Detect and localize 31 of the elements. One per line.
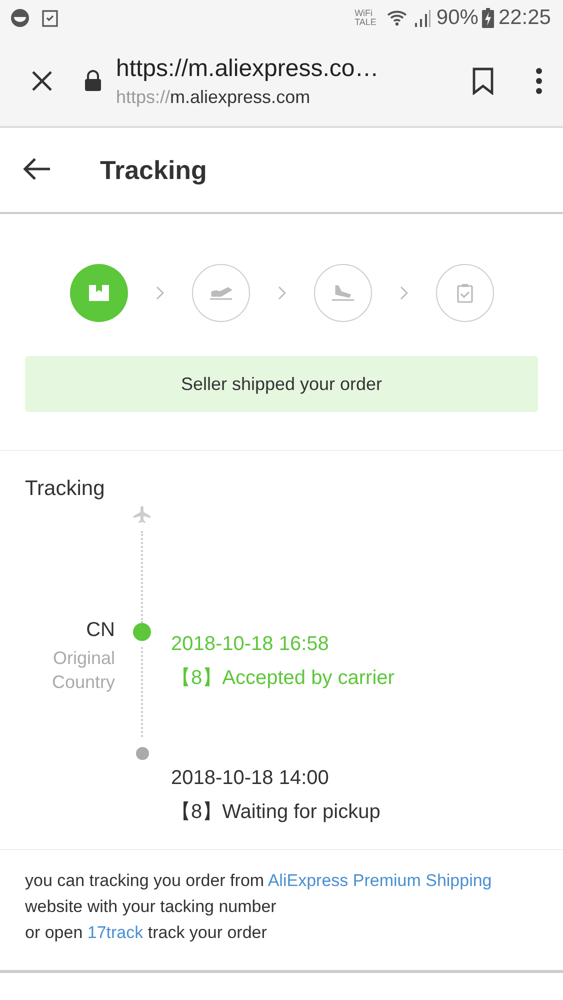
event-description: 【8】Waiting for pickup bbox=[170, 800, 382, 825]
section-heading: Tracking bbox=[25, 477, 106, 501]
origin-code: CN bbox=[86, 619, 115, 642]
chevron-icon bbox=[156, 286, 164, 300]
tracking-info-text: you can tracking you order from AliExpress Premium Shipping website with your tacking number or open 17track track your order bbox=[25, 870, 493, 944]
battery-charging-icon bbox=[482, 8, 494, 28]
network-label: WiFi bbox=[354, 9, 374, 18]
checklist-icon bbox=[40, 8, 60, 28]
chevron-icon bbox=[400, 286, 408, 300]
chevron-icon bbox=[278, 286, 286, 300]
page-title: Tracking bbox=[100, 154, 207, 186]
close-icon bbox=[30, 69, 54, 93]
link[interactable]: AliExpress Premium Shipping bbox=[268, 871, 492, 890]
event-time: 2018-10-18 16:58 bbox=[170, 632, 330, 657]
package-icon bbox=[86, 282, 110, 304]
clock: 22:25 bbox=[498, 6, 551, 30]
page-title: https://m.aliexpress.co… bbox=[116, 54, 380, 82]
event-description: 【8】Accepted by carrier bbox=[170, 666, 396, 691]
status-message: Seller shipped your order bbox=[25, 356, 538, 412]
face-icon bbox=[10, 8, 30, 28]
bookmark-icon bbox=[471, 67, 495, 95]
network-sublabel: TALE bbox=[354, 18, 376, 27]
plane-icon bbox=[132, 505, 152, 525]
battery-percent: 90% bbox=[436, 6, 478, 30]
menu-icon bbox=[535, 68, 543, 94]
signal-icon bbox=[414, 8, 432, 28]
event-time: 2018-10-18 14:00 bbox=[170, 766, 330, 791]
origin-label: Original Country bbox=[50, 647, 115, 694]
lock-icon bbox=[84, 70, 102, 92]
link[interactable]: 17track bbox=[87, 923, 144, 942]
page-url: https://m.aliexpress.com bbox=[116, 86, 312, 108]
